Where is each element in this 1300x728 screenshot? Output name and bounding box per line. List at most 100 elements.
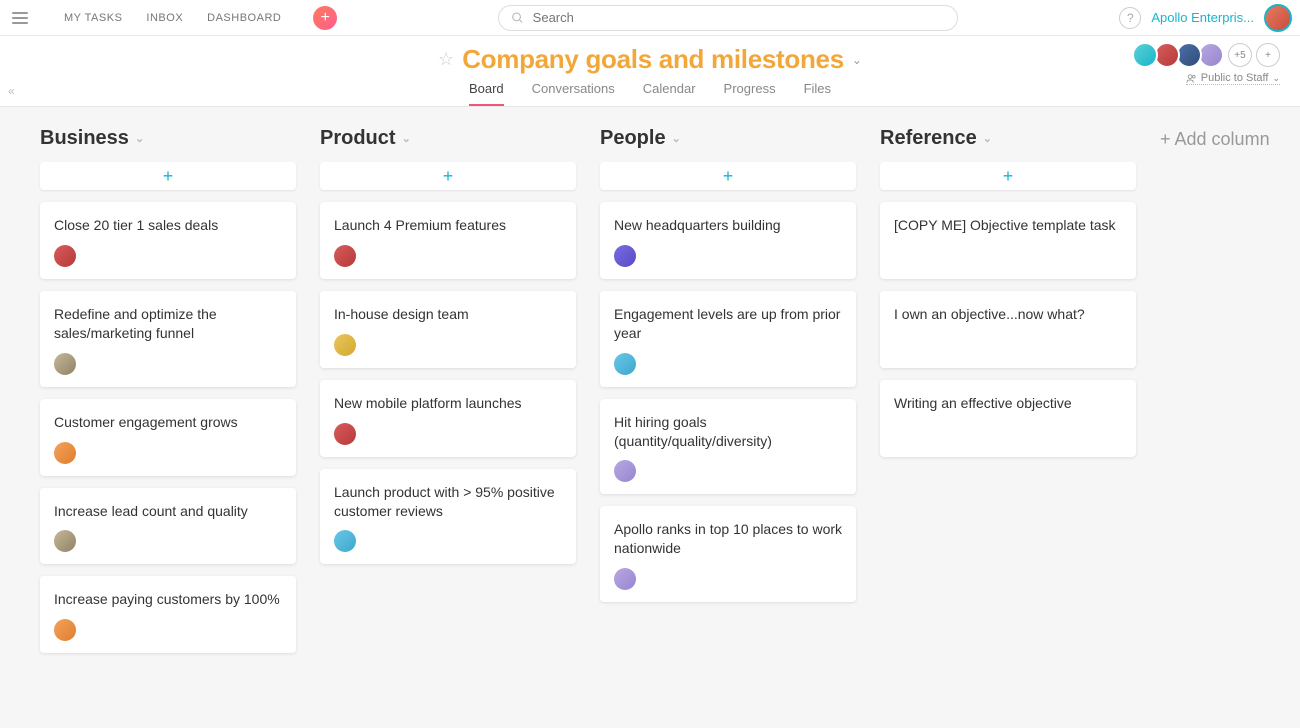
collapse-sidebar-icon[interactable]: « [8,84,15,98]
add-card-button[interactable]: + [320,162,576,190]
task-card[interactable]: [COPY ME] Objective template task [880,202,1136,279]
search-input[interactable] [533,10,946,25]
add-card-button[interactable]: + [600,162,856,190]
tab-board[interactable]: Board [469,81,504,106]
column-header[interactable]: Business⌄ [40,127,296,150]
plus-icon: + [443,166,454,187]
assignee-avatar[interactable] [54,245,76,267]
board-column: People⌄ + New headquarters building Engagem… [600,127,856,614]
help-button[interactable]: ? [1119,7,1141,29]
people-icon [1186,73,1197,84]
column-title: Business [40,127,129,150]
project-title[interactable]: Company goals and milestones [462,44,844,75]
task-card[interactable]: Launch 4 Premium features [320,202,576,279]
nav-my-tasks[interactable]: MY TASKS [64,12,122,24]
add-card-button[interactable]: + [880,162,1136,190]
assignee-avatar[interactable] [334,530,356,552]
add-member-button[interactable]: + [1256,43,1280,67]
tab-conversations[interactable]: Conversations [532,81,615,106]
card-title: [COPY ME] Objective template task [894,216,1122,235]
assignee-avatar[interactable] [334,423,356,445]
assignee-avatar[interactable] [54,442,76,464]
privacy-label: Public to Staff [1201,72,1269,84]
card-footer [334,530,562,552]
new-button[interactable]: + [313,6,337,30]
task-card[interactable]: Launch product with > 95% positive custo… [320,469,576,565]
task-card[interactable]: New headquarters building [600,202,856,279]
view-tabs: Board Conversations Calendar Progress Fi… [0,81,1300,106]
task-card[interactable]: Increase lead count and quality [40,488,296,565]
card-footer [614,568,842,590]
assignee-avatar[interactable] [334,245,356,267]
privacy-setting[interactable]: Public to Staff ⌄ [1186,72,1280,85]
card-footer [614,245,842,267]
task-card[interactable]: New mobile platform launches [320,380,576,457]
card-footer [334,245,562,267]
card-title: Launch 4 Premium features [334,216,562,235]
card-title: Apollo ranks in top 10 places to work na… [614,520,842,558]
tab-files[interactable]: Files [804,81,831,106]
task-card[interactable]: Writing an effective objective [880,380,1136,457]
column-header[interactable]: Product ⌄ [320,127,576,150]
assignee-avatar[interactable] [614,460,636,482]
task-card[interactable]: Customer engagement grows [40,399,296,476]
column-header[interactable]: Reference⌄ [880,127,1136,150]
task-card[interactable]: Hit hiring goals (quantity/quality/diver… [600,399,856,495]
chevron-down-icon: ⌄ [672,132,681,145]
card-footer [614,460,842,482]
task-card[interactable]: I own an objective...now what? [880,291,1136,368]
column-title: Product [320,127,396,150]
member-overflow[interactable]: +5 [1228,43,1252,67]
assignee-avatar[interactable] [614,245,636,267]
card-title: New mobile platform launches [334,394,562,413]
board-column: Product ⌄ + Launch 4 Premium features In-hou… [320,127,576,576]
add-card-button[interactable]: + [40,162,296,190]
card-title: Customer engagement grows [54,413,282,432]
card-footer [894,334,1122,356]
card-title: Increase paying customers by 100% [54,590,282,609]
org-switcher[interactable]: Apollo Enterpris... [1151,10,1254,25]
board-column: Business⌄ + Close 20 tier 1 sales deals Red… [40,127,296,665]
topbar: MY TASKS INBOX DASHBOARD + ? Apollo Ente… [0,0,1300,36]
task-card[interactable]: Apollo ranks in top 10 places to work na… [600,506,856,602]
assignee-avatar[interactable] [54,353,76,375]
card-title: Increase lead count and quality [54,502,282,521]
add-column-button[interactable]: + Add column [1160,127,1270,150]
column-title: Reference [880,127,977,150]
tab-progress[interactable]: Progress [724,81,776,106]
task-card[interactable]: In-house design team [320,291,576,368]
card-footer [54,245,282,267]
task-card[interactable]: Increase paying customers by 100% [40,576,296,653]
assignee-avatar[interactable] [54,619,76,641]
assignee-avatar[interactable] [614,353,636,375]
card-title: Redefine and optimize the sales/marketin… [54,305,282,343]
card-footer [894,245,1122,267]
search-icon [511,11,524,25]
plus-icon: + [1003,166,1014,187]
card-title: Hit hiring goals (quantity/quality/diver… [614,413,842,451]
project-dropdown-icon[interactable]: ⌄ [852,53,862,67]
favorite-star-icon[interactable]: ☆ [438,49,454,70]
search-field[interactable] [498,5,958,31]
task-card[interactable]: Redefine and optimize the sales/marketin… [40,291,296,387]
nav-dashboard[interactable]: DASHBOARD [207,12,281,24]
assignee-avatar[interactable] [614,568,636,590]
plus-icon: + [723,166,734,187]
tab-calendar[interactable]: Calendar [643,81,696,106]
column-header[interactable]: People⌄ [600,127,856,150]
menu-toggle-icon[interactable] [8,6,32,30]
card-title: In-house design team [334,305,562,324]
assignee-avatar[interactable] [54,530,76,552]
plus-icon: + [321,9,330,27]
plus-icon: + [163,166,174,187]
chevron-down-icon: ⌄ [1272,73,1280,84]
nav-inbox[interactable]: INBOX [146,12,183,24]
member-avatar[interactable] [1132,42,1158,68]
task-card[interactable]: Engagement levels are up from prior year [600,291,856,387]
search-container [337,5,1119,31]
chevron-down-icon: ⌄ [402,132,411,145]
card-title: Launch product with > 95% positive custo… [334,483,562,521]
assignee-avatar[interactable] [334,334,356,356]
task-card[interactable]: Close 20 tier 1 sales deals [40,202,296,279]
user-avatar[interactable] [1264,4,1292,32]
